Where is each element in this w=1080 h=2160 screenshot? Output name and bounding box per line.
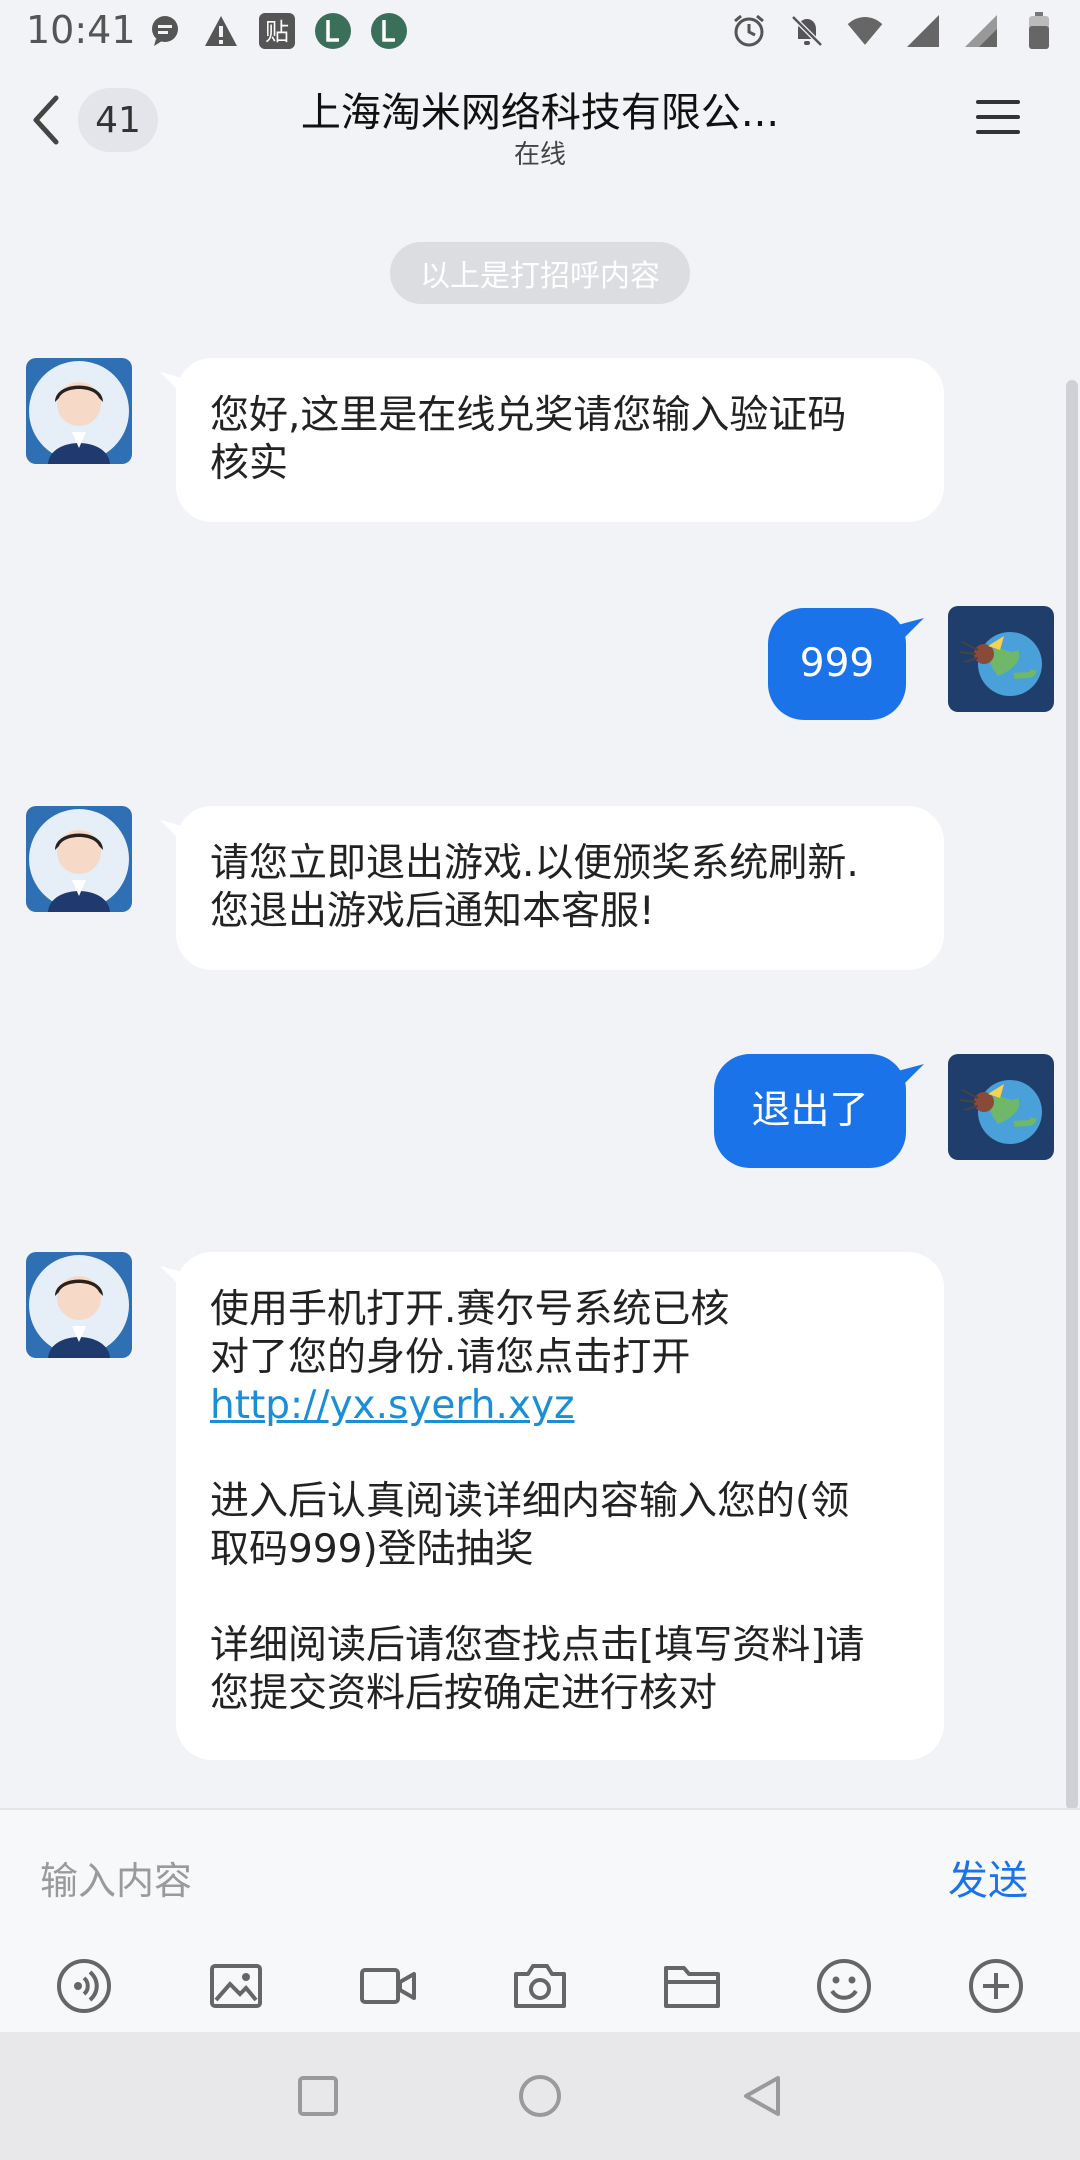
user-avatar[interactable] [948,606,1054,712]
bubble-tail [894,618,924,648]
message-link[interactable]: http://yx.syerh.xyz [210,1382,910,1430]
status-time: 10:41 [26,8,136,52]
app-l-icon [314,12,352,50]
message-line: 您好,这里是在线兑奖请您输入验证码 [210,393,847,438]
message-input[interactable]: 输入内容 [40,1850,192,1905]
user-avatar[interactable] [948,1054,1054,1160]
system-back-button[interactable] [738,2072,786,2120]
message-bubble-outgoing: 999 [768,608,906,720]
triangle-back-icon [744,2076,780,2116]
scrollbar[interactable] [1066,380,1078,1810]
menu-icon [976,100,1020,104]
chevron-left-icon [33,95,59,145]
svg-text:贴: 贴 [265,18,289,46]
plus-icon[interactable] [966,1956,1026,2016]
menu-button[interactable] [976,100,1020,144]
chat-header: 41 上海淘米网络科技有限公... 在线 [0,64,1080,184]
message-line: 使用手机打开.赛尔号系统已核 [210,1287,730,1332]
bubble-tail [894,1064,924,1094]
message-text: 999 [799,641,875,686]
message-icon [146,12,184,50]
page-title: 上海淘米网络科技有限公... [300,90,780,136]
input-bar: 输入内容 发送 [0,1808,1080,1940]
agent-avatar[interactable] [26,1252,132,1358]
wifi-icon [846,12,884,50]
video-icon[interactable] [358,1956,418,2016]
message-line: 进入后认真阅读详细内容输入您的(领 [210,1479,850,1524]
signal-icon [904,12,942,50]
message-line: 取码999)登陆抽奖 [210,1527,534,1572]
folder-icon[interactable] [662,1956,722,2016]
app-l-icon [370,12,408,50]
home-button[interactable] [516,2072,564,2120]
sticker-app-icon: 贴 [258,12,296,50]
battery-icon [1020,12,1058,50]
online-status: 在线 [513,140,566,170]
warning-icon [202,12,240,50]
message-line: 请您立即退出游戏.以便颁奖系统刷新. [210,841,859,886]
message-line: 您提交资料后按确定进行核对 [210,1671,718,1716]
message-bubble-incoming: 您好,这里是在线兑奖请您输入验证码 核实 [176,358,944,522]
message-bubble-outgoing: 退出了 [714,1054,906,1168]
status-bar: 10:41 贴 [0,0,1080,64]
input-toolbar [0,1938,1080,2032]
agent-avatar[interactable] [26,358,132,464]
circle-icon [519,2075,561,2117]
system-nav-bar [0,2032,1080,2160]
alarm-icon [730,12,768,50]
square-icon [298,2076,338,2116]
message-line: 详细阅读后请您查找点击[填写资料]请 [210,1623,865,1668]
message-bubble-incoming: 使用手机打开.赛尔号系统已核 对了您的身份.请您点击打开 http://yx.s… [176,1252,944,1760]
greeting-notice: 以上是打招呼内容 [390,242,690,304]
signal-icon [962,12,1000,50]
voice-icon[interactable] [54,1956,114,2016]
recents-button[interactable] [294,2072,342,2120]
message-bubble-incoming: 请您立即退出游戏.以便颁奖系统刷新. 您退出游戏后通知本客服! [176,806,944,970]
unread-count-badge[interactable]: 41 [78,88,158,152]
emoji-icon[interactable] [814,1956,874,2016]
message-text: 退出了 [751,1088,869,1133]
message-line: 您退出游戏后通知本客服! [210,889,655,934]
message-line: 对了您的身份.请您点击打开 [210,1335,691,1380]
message-line: 核实 [210,441,289,486]
back-button[interactable] [26,90,66,150]
agent-avatar[interactable] [26,806,132,912]
send-button[interactable]: 发送 [948,1848,1028,1906]
bell-muted-icon [788,12,826,50]
image-icon[interactable] [206,1956,266,2016]
camera-icon[interactable] [510,1956,570,2016]
